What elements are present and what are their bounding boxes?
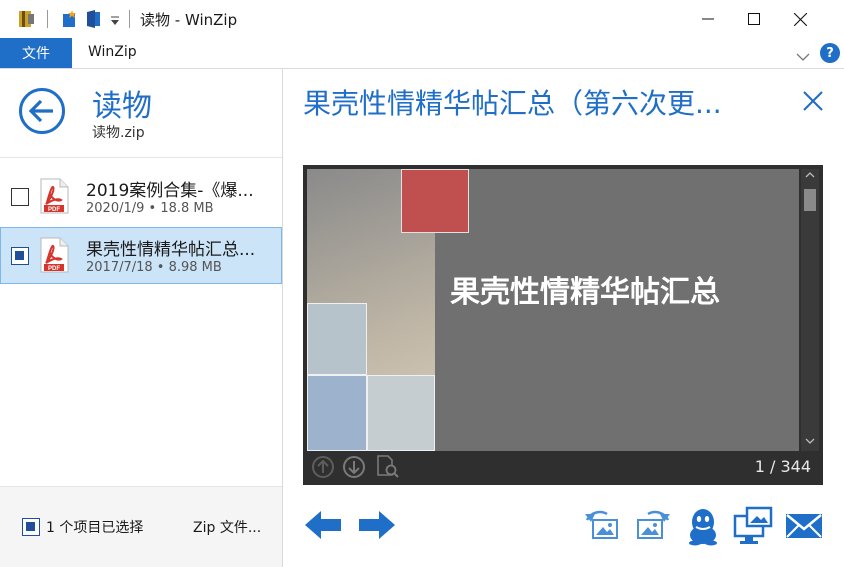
scroll-down-icon[interactable] xyxy=(805,437,815,448)
title-separator xyxy=(47,10,48,28)
slide-decoration xyxy=(307,375,367,451)
preview-page: 果壳性情精华帖汇总 xyxy=(307,169,799,451)
preview-toolbar: 1 / 344 xyxy=(307,453,819,481)
file-list-panel: 读物 读物.zip PDF 2019案例合集-《爆... 2020/1/9 • … xyxy=(0,69,283,567)
find-in-document-icon[interactable] xyxy=(375,455,399,479)
rotate-right-icon xyxy=(637,510,670,539)
list-item[interactable]: PDF 果壳性情精华帖汇总... 2017/7/18 • 8.98 MB xyxy=(0,227,282,284)
slide-decoration xyxy=(367,375,435,451)
pdf-file-icon: PDF xyxy=(38,237,70,273)
rotate-left-button[interactable] xyxy=(583,506,623,546)
file-meta: 2020/1/9 • 18.8 MB xyxy=(86,201,214,216)
slide-decoration xyxy=(401,169,469,233)
next-page-icon[interactable] xyxy=(342,455,366,479)
winzip-tab[interactable]: WinZip xyxy=(88,44,137,60)
arrow-left-icon xyxy=(305,511,341,539)
row-checkbox[interactable] xyxy=(11,188,29,206)
pdf-file-icon: PDF xyxy=(38,178,70,214)
title-bar: 读物 - WinZip xyxy=(0,0,844,38)
maximize-button[interactable] xyxy=(731,0,777,38)
archive-filename: 读物.zip xyxy=(92,125,145,141)
back-button[interactable] xyxy=(18,87,66,135)
back-arrow-icon xyxy=(19,88,65,134)
svg-text:PDF: PDF xyxy=(48,266,60,272)
email-button[interactable] xyxy=(784,506,824,546)
scroll-up-icon[interactable] xyxy=(805,171,815,182)
monitor-image-icon xyxy=(733,506,773,544)
quick-access-dropdown-icon[interactable] xyxy=(110,12,120,31)
selection-count: 1 个项目已选择 xyxy=(46,520,144,536)
preview-scrollbar[interactable] xyxy=(801,169,819,451)
chevron-down-icon[interactable] xyxy=(796,47,810,66)
row-checkbox[interactable] xyxy=(11,247,29,265)
envelope-icon xyxy=(786,514,822,538)
scroll-thumb[interactable] xyxy=(804,189,816,211)
rotate-left-icon xyxy=(585,510,618,539)
previous-file-button[interactable] xyxy=(303,508,343,542)
slide-title: 果壳性情精华帖汇总 xyxy=(450,275,720,310)
open-archive-icon[interactable] xyxy=(84,9,104,33)
share-qq-button[interactable] xyxy=(683,506,723,546)
file-name: 果壳性情精华帖汇总... xyxy=(86,240,256,260)
document-preview[interactable]: 果壳性情精华帖汇总 1 / 344 xyxy=(303,165,823,485)
qq-icon xyxy=(689,509,717,546)
close-icon xyxy=(803,91,823,111)
title-separator xyxy=(129,10,130,28)
divider xyxy=(0,157,282,158)
minimize-button[interactable] xyxy=(685,0,731,38)
new-archive-icon[interactable] xyxy=(60,9,80,33)
file-meta: 2017/7/18 • 8.98 MB xyxy=(86,260,222,275)
archive-name: 读物 xyxy=(92,89,152,124)
previous-page-icon[interactable] xyxy=(311,455,335,479)
winzip-app-icon[interactable] xyxy=(16,9,36,33)
list-item[interactable]: PDF 2019案例合集-《爆... 2020/1/9 • 18.8 MB xyxy=(0,168,282,225)
svg-text:PDF: PDF xyxy=(48,207,60,213)
ribbon: 文件 WinZip ? xyxy=(0,38,844,69)
help-button[interactable]: ? xyxy=(820,43,840,63)
arrow-right-icon xyxy=(359,511,395,539)
rotate-right-button[interactable] xyxy=(632,506,672,546)
close-button[interactable] xyxy=(777,0,823,38)
preview-title: 果壳性情精华帖汇总（第六次更... xyxy=(303,87,722,120)
select-all-checkbox[interactable] xyxy=(22,518,40,536)
selection-footer: 1 个项目已选择 Zip 文件... xyxy=(0,487,282,567)
zip-file-link[interactable]: Zip 文件... xyxy=(193,517,261,537)
window-title: 读物 - WinZip xyxy=(140,11,238,29)
file-tab[interactable]: 文件 xyxy=(0,38,72,68)
page-counter: 1 / 344 xyxy=(754,457,811,476)
close-preview-button[interactable] xyxy=(800,88,826,114)
set-as-background-button[interactable] xyxy=(733,506,773,546)
next-file-button[interactable] xyxy=(357,508,397,542)
file-name: 2019案例合集-《爆... xyxy=(86,181,254,201)
slide-decoration xyxy=(307,303,367,375)
